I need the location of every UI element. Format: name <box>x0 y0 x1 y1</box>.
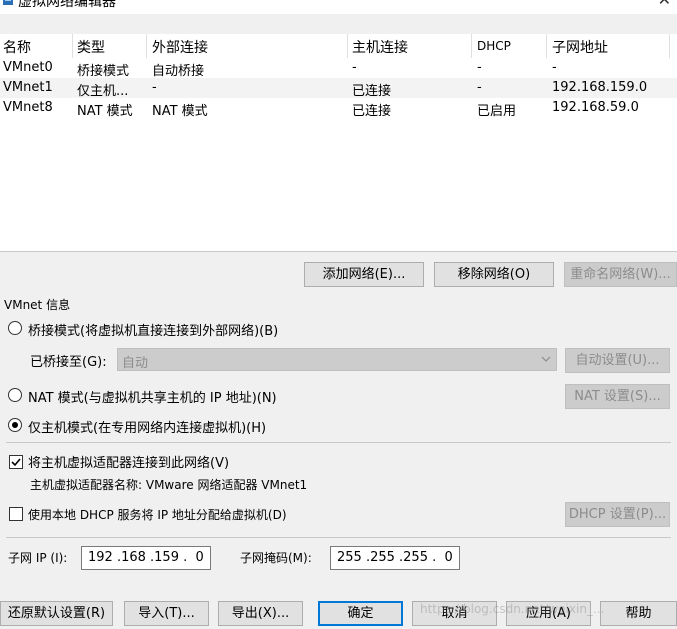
row-dhcp: 已启用 <box>477 104 517 119</box>
row-external: 自动桥接 <box>152 64 205 79</box>
help-button[interactable]: 帮助 <box>600 601 677 626</box>
remove-network-button[interactable]: 移除网络(O) <box>434 262 554 287</box>
network-editor-icon <box>2 0 14 6</box>
row-host: - <box>352 60 357 75</box>
header-dhcp[interactable]: DHCP <box>477 39 511 53</box>
header-type[interactable]: 类型 <box>77 37 105 57</box>
ok-button[interactable]: 确定 <box>318 601 403 626</box>
list-header: 名称 类型 外部连接 主机连接 DHCP 子网地址 <box>0 34 677 58</box>
chevron-down-icon <box>540 352 552 370</box>
export-button[interactable]: 导出(X)... <box>218 601 303 626</box>
row-dhcp: - <box>477 80 482 95</box>
restore-defaults-button[interactable]: 还原默认设置(R) <box>0 601 113 626</box>
rename-network-button[interactable]: 重命名网络(W)... <box>564 262 677 287</box>
dhcp-checkbox[interactable] <box>9 507 23 521</box>
header-name[interactable]: 名称 <box>3 37 31 57</box>
row-name: VMnet8 <box>3 100 53 115</box>
row-external: NAT 模式 <box>152 104 208 119</box>
nat-mode-radio[interactable] <box>8 388 22 402</box>
subnet-mask-field[interactable]: 255 .255 .255 . 0 <box>330 546 460 570</box>
bridged-to-select[interactable]: 自动 <box>117 348 557 371</box>
subnet-ip-label: 子网 IP (I): <box>8 551 68 565</box>
vmnet-info-label: VMnet 信息 <box>4 298 71 312</box>
row-name: VMnet0 <box>3 60 53 75</box>
table-row[interactable]: VMnet0 桥接模式 自动桥接 - - - <box>0 58 677 79</box>
row-subnet: 192.168.59.0 <box>552 100 639 115</box>
close-icon[interactable]: ✕ <box>658 0 671 9</box>
divider <box>6 442 671 443</box>
row-type: 仅主机... <box>77 84 129 99</box>
network-list[interactable]: 名称 类型 外部连接 主机连接 DHCP 子网地址 VMnet0 桥接模式 自动… <box>0 34 677 252</box>
connect-adapter-checkbox[interactable] <box>9 455 23 469</box>
row-type: NAT 模式 <box>77 104 133 119</box>
row-dhcp: - <box>477 60 482 75</box>
header-subnet[interactable]: 子网地址 <box>552 37 608 57</box>
header-external[interactable]: 外部连接 <box>152 37 208 57</box>
row-name: VMnet1 <box>3 80 53 95</box>
row-type: 桥接模式 <box>77 64 130 79</box>
subnet-ip-field[interactable]: 192 .168 .159 . 0 <box>81 546 211 570</box>
header-host[interactable]: 主机连接 <box>352 37 408 57</box>
row-host: 已连接 <box>352 84 392 99</box>
table-row[interactable]: VMnet8 NAT 模式 NAT 模式 已连接 已启用 192.168.59.… <box>0 98 677 119</box>
auto-settings-button[interactable]: 自动设置(U)... <box>565 348 670 373</box>
check-icon <box>11 458 21 467</box>
row-subnet: 192.168.159.0 <box>552 80 648 95</box>
row-host: 已连接 <box>352 104 392 119</box>
adapter-name-label: 主机虚拟适配器名称: VMware 网络适配器 VMnet1 <box>30 478 308 492</box>
host-only-mode-radio[interactable] <box>8 418 22 432</box>
dhcp-label[interactable]: 使用本地 DHCP 服务将 IP 地址分配给虚拟机(D) <box>28 506 287 523</box>
bridge-mode-label[interactable]: 桥接模式(将虚拟机直接连接到外部网络)(B) <box>28 320 278 339</box>
dhcp-settings-button[interactable]: DHCP 设置(P)... <box>565 502 670 527</box>
title-bar: 虚拟网络编辑器 ✕ <box>0 0 677 14</box>
watermark: https://blog.csdn.net/weixin_... <box>420 602 605 616</box>
host-only-mode-label[interactable]: 仅主机模式(在专用网络内连接虚拟机)(H) <box>28 417 266 436</box>
connect-adapter-label[interactable]: 将主机虚拟适配器连接到此网络(V) <box>28 452 229 471</box>
add-network-button[interactable]: 添加网络(E)... <box>304 262 424 287</box>
divider <box>6 537 671 538</box>
window-title: 虚拟网络编辑器 <box>18 0 116 10</box>
bridged-to-value: 自动 <box>122 356 149 371</box>
table-row-selected[interactable]: VMnet1 仅主机... - 已连接 - 192.168.159.0 <box>0 78 677 99</box>
import-button[interactable]: 导入(T)... <box>124 601 209 626</box>
bridged-to-label: 已桥接至(G): <box>30 355 107 370</box>
subnet-mask-label: 子网掩码(M): <box>240 551 312 565</box>
bridge-mode-radio[interactable] <box>8 321 22 335</box>
row-external: - <box>152 80 157 95</box>
row-subnet: - <box>552 60 557 75</box>
nat-settings-button[interactable]: NAT 设置(S)... <box>565 384 670 409</box>
nat-mode-label[interactable]: NAT 模式(与虚拟机共享主机的 IP 地址)(N) <box>28 387 277 406</box>
